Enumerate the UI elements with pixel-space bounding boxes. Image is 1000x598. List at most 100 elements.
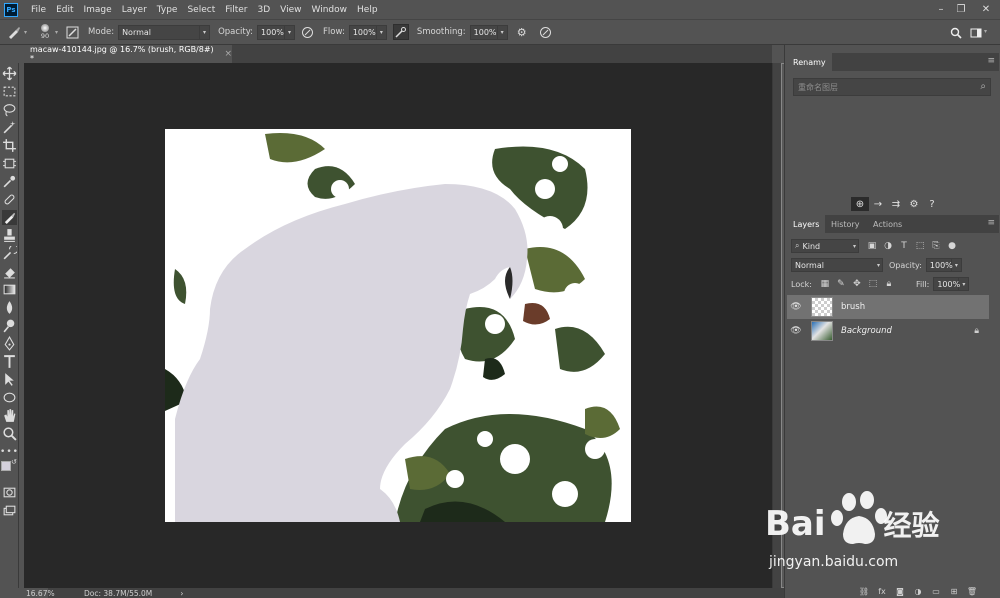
airbrush-icon[interactable] <box>392 24 409 40</box>
filter-smart-object-icon[interactable]: ⎘ <box>929 239 943 253</box>
filter-shape-icon[interactable]: ⬚ <box>913 239 927 253</box>
filter-pixel-icon[interactable]: ▣ <box>865 239 879 253</box>
minimize-button[interactable]: – <box>930 0 952 19</box>
history-brush-icon[interactable] <box>2 246 17 261</box>
vertical-scrollbar[interactable] <box>772 63 788 588</box>
layers-panel-menu-icon[interactable]: ≡ <box>987 218 995 228</box>
brush-preset-icon[interactable] <box>6 24 22 40</box>
layer-opacity-input[interactable]: 100% <box>925 258 953 272</box>
zoom-level[interactable]: 16.67% <box>0 588 55 598</box>
menu-layer[interactable]: Layer <box>117 5 152 15</box>
workspace-dropdown-icon[interactable]: ▾ <box>984 28 987 35</box>
new-layer-icon[interactable]: ⊞ <box>945 585 963 597</box>
delete-layer-icon[interactable]: 🗑︎ <box>963 585 981 597</box>
brush-icon[interactable] <box>2 210 17 225</box>
rename-layer-input[interactable]: 重命名图层 ⌕ <box>793 78 991 96</box>
settings-panel-icon[interactable]: ⚙ <box>905 197 923 211</box>
menu-select[interactable]: Select <box>182 5 220 15</box>
pressure-size-icon[interactable] <box>538 24 554 40</box>
color-swatches[interactable]: ↺ <box>1 458 18 479</box>
fill-dropdown-icon[interactable]: ▾ <box>959 277 970 291</box>
blur-icon[interactable] <box>2 300 17 315</box>
tab-layers[interactable]: Layers <box>787 215 826 233</box>
new-group-icon[interactable]: ▭ <box>927 585 945 597</box>
pressure-opacity-icon[interactable] <box>299 24 315 40</box>
menu-window[interactable]: Window <box>307 5 353 15</box>
foreground-color-swatch[interactable] <box>1 461 11 471</box>
pen-icon[interactable] <box>2 336 17 351</box>
restore-button[interactable]: ❐ <box>950 0 972 19</box>
path-select-icon[interactable] <box>2 372 17 387</box>
status-menu-arrow-icon[interactable]: › <box>180 589 183 598</box>
tab-history[interactable]: History <box>825 215 865 233</box>
eyedropper-icon[interactable] <box>2 174 17 189</box>
hand-icon[interactable] <box>2 408 17 423</box>
filter-adjustment-icon[interactable]: ◑ <box>881 239 895 253</box>
crop-icon[interactable] <box>2 138 17 153</box>
flow-input[interactable]: 100% <box>348 24 377 40</box>
close-tab-icon[interactable]: × <box>224 49 232 59</box>
swap-colors-icon[interactable]: ↺ <box>11 458 17 466</box>
gradient-icon[interactable] <box>2 282 17 297</box>
frame-icon[interactable] <box>2 156 17 171</box>
brush-settings-icon[interactable] <box>64 24 80 40</box>
magic-wand-icon[interactable] <box>2 120 17 135</box>
menu-type[interactable]: Type <box>152 5 183 15</box>
add-mask-icon[interactable]: ◙ <box>891 585 909 597</box>
screen-mode-icon[interactable] <box>2 503 17 518</box>
brush-size-picker[interactable]: 90 <box>37 24 53 40</box>
smoothing-dropdown-icon[interactable]: ▾ <box>497 24 508 40</box>
more-tools-icon[interactable]: ••• <box>0 444 18 459</box>
lock-image-icon[interactable]: ✎ <box>834 277 848 291</box>
panel-menu-icon[interactable]: ≡ <box>987 56 995 66</box>
lasso-icon[interactable] <box>2 102 17 117</box>
move-icon[interactable] <box>2 66 17 81</box>
document-canvas-image[interactable] <box>165 129 631 522</box>
quick-mask-icon[interactable] <box>2 485 17 500</box>
healing-icon[interactable] <box>2 192 17 207</box>
search-icon[interactable]: ⌕ <box>980 81 986 92</box>
shape-icon[interactable] <box>2 390 17 405</box>
zoom-icon[interactable] <box>2 426 17 441</box>
mode-select[interactable]: Normal <box>118 24 201 40</box>
dodge-icon[interactable] <box>2 318 17 333</box>
lock-all-icon[interactable]: 🔒︎ <box>882 277 896 291</box>
visibility-eye-icon[interactable]: 👁︎ <box>787 326 805 336</box>
renamy-panel-icon[interactable]: ⊕ <box>851 197 869 211</box>
document-tab[interactable]: macaw-410144.jpg @ 16.7% (brush, RGB/8#)… <box>24 45 232 63</box>
layer-style-fx-icon[interactable]: fx <box>873 585 891 597</box>
smoothing-input[interactable]: 100% <box>469 24 498 40</box>
tab-renamy[interactable]: Renamy <box>787 53 832 71</box>
smoothing-options-gear-icon[interactable]: ⚙ <box>514 24 530 40</box>
layer-row-brush[interactable]: 👁︎ brush <box>787 295 989 319</box>
workspace-icon[interactable] <box>968 25 984 41</box>
menu-help[interactable]: Help <box>352 5 383 15</box>
search-icon[interactable] <box>948 25 964 41</box>
marquee-icon[interactable] <box>2 84 17 99</box>
tab-actions[interactable]: Actions <box>867 215 908 233</box>
eraser-icon[interactable] <box>2 264 17 279</box>
link-layers-icon[interactable]: ⛓ <box>855 585 873 597</box>
close-window-button[interactable]: ✕ <box>975 0 997 19</box>
menu-3d[interactable]: 3D <box>253 5 276 15</box>
menu-view[interactable]: View <box>275 5 306 15</box>
menu-filter[interactable]: Filter <box>220 5 252 15</box>
kind-filter-select[interactable]: ⌕ Kind ▾ <box>791 239 859 253</box>
mode-dropdown-icon[interactable]: ▾ <box>200 24 211 40</box>
filter-type-icon[interactable]: T <box>897 239 911 253</box>
layer-row-background[interactable]: 👁︎ Background 🔒︎ <box>787 319 989 343</box>
type-icon[interactable] <box>2 354 17 369</box>
lock-position-icon[interactable]: ✥ <box>850 277 864 291</box>
lock-artboard-icon[interactable]: ⬚ <box>866 277 880 291</box>
menu-edit[interactable]: Edit <box>51 5 78 15</box>
fill-input[interactable]: 100% <box>933 277 960 291</box>
adjustment-layer-icon[interactable]: ◑ <box>909 585 927 597</box>
blend-mode-select[interactable]: Normal ▾ <box>791 258 883 272</box>
stamp-icon[interactable] <box>2 228 17 243</box>
filter-toggle-icon[interactable]: ● <box>945 239 959 253</box>
menu-file[interactable]: File <box>26 5 51 15</box>
visibility-eye-icon[interactable]: 👁︎ <box>787 302 805 312</box>
flow-dropdown-icon[interactable]: ▾ <box>376 24 387 40</box>
menu-image[interactable]: Image <box>79 5 117 15</box>
opacity-dropdown-icon[interactable]: ▾ <box>285 24 296 40</box>
